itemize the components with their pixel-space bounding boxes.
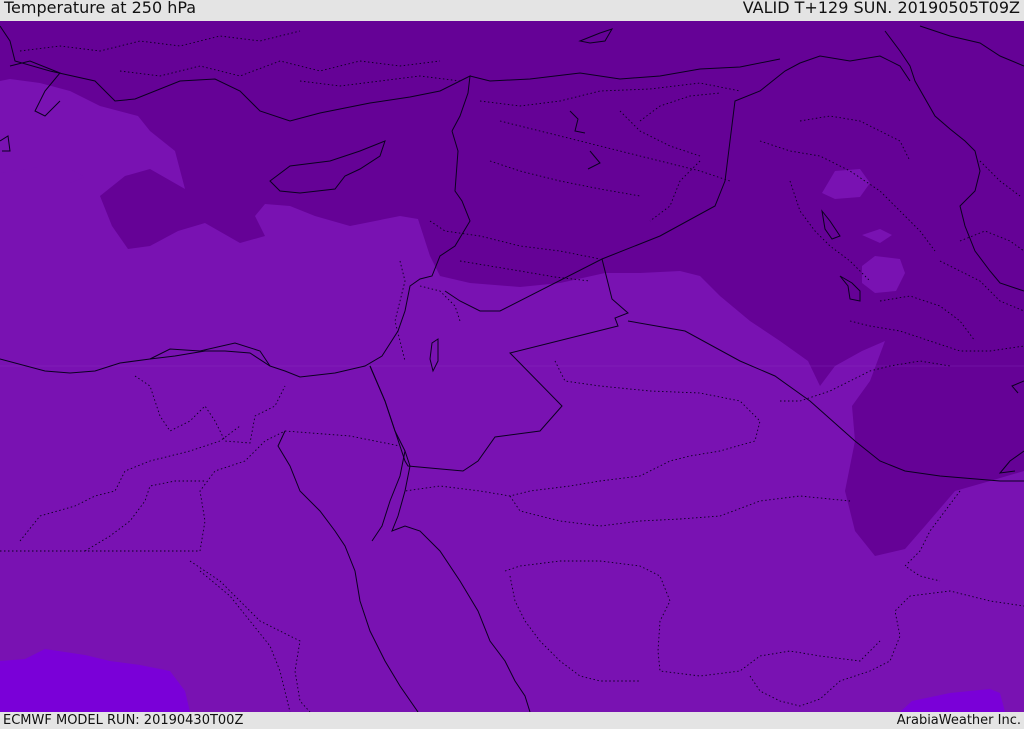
credit-label: ArabiaWeather Inc. (896, 713, 1021, 728)
valid-time-label: VALID T+129 SUN. 20190505T09Z (742, 0, 1020, 17)
map-title: Temperature at 250 hPa (4, 0, 197, 17)
header-bar: Temperature at 250 hPa VALID T+129 SUN. … (0, 0, 1024, 21)
temperature-map[interactable] (0, 21, 1024, 712)
footer-bar: ECMWF MODEL RUN: 20190430T00Z ArabiaWeat… (0, 712, 1024, 729)
map-canvas (0, 21, 1024, 712)
model-run-label: ECMWF MODEL RUN: 20190430T00Z (3, 713, 244, 728)
